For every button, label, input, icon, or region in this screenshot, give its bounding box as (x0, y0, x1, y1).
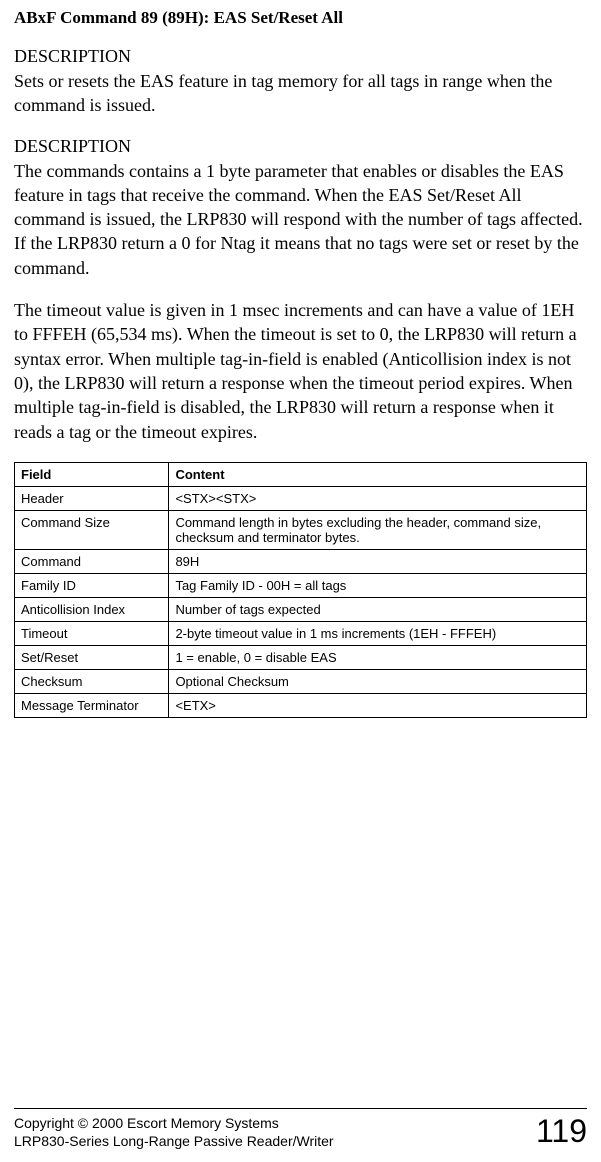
table-row: Command Size Command length in bytes exc… (15, 510, 587, 549)
description-body-2: The commands contains a 1 byte parameter… (14, 159, 587, 280)
table-cell-content: Number of tags expected (169, 597, 587, 621)
table-row: Set/Reset 1 = enable, 0 = disable EAS (15, 645, 587, 669)
table-header-content: Content (169, 462, 587, 486)
table-cell-content: Tag Family ID - 00H = all tags (169, 573, 587, 597)
table-row: Message Terminator <ETX> (15, 693, 587, 717)
table-cell-field: Message Terminator (15, 693, 169, 717)
table-cell-content: Optional Checksum (169, 669, 587, 693)
table-cell-field: Command (15, 549, 169, 573)
footer-copyright: Copyright © 2000 Escort Memory Systems (14, 1114, 334, 1132)
table-cell-field: Timeout (15, 621, 169, 645)
table-cell-content: 1 = enable, 0 = disable EAS (169, 645, 587, 669)
footer-product: LRP830-Series Long-Range Passive Reader/… (14, 1132, 334, 1150)
field-content-table: Field Content Header <STX><STX> Command … (14, 462, 587, 718)
table-cell-content: <ETX> (169, 693, 587, 717)
table-cell-field: Checksum (15, 669, 169, 693)
table-row: Anticollision Index Number of tags expec… (15, 597, 587, 621)
table-row: Checksum Optional Checksum (15, 669, 587, 693)
description-heading-1: DESCRIPTION (14, 46, 587, 67)
table-row: Timeout 2-byte timeout value in 1 ms inc… (15, 621, 587, 645)
table-cell-field: Command Size (15, 510, 169, 549)
table-cell-field: Set/Reset (15, 645, 169, 669)
description-heading-2: DESCRIPTION (14, 136, 587, 157)
table-cell-field: Header (15, 486, 169, 510)
table-cell-content: 2-byte timeout value in 1 ms increments … (169, 621, 587, 645)
table-cell-content: 89H (169, 549, 587, 573)
footer-rule (14, 1108, 587, 1109)
table-header-field: Field (15, 462, 169, 486)
table-cell-field: Anticollision Index (15, 597, 169, 621)
description-body-3: The timeout value is given in 1 msec inc… (14, 298, 587, 444)
table-row: Header <STX><STX> (15, 486, 587, 510)
description-body-1: Sets or resets the EAS feature in tag me… (14, 69, 587, 118)
table-row: Command 89H (15, 549, 587, 573)
page-number: 119 (536, 1113, 587, 1150)
table-cell-field: Family ID (15, 573, 169, 597)
table-cell-content: Command length in bytes excluding the he… (169, 510, 587, 549)
page-title: ABxF Command 89 (89H): EAS Set/Reset All (14, 8, 587, 28)
table-header-row: Field Content (15, 462, 587, 486)
page-footer: Copyright © 2000 Escort Memory Systems L… (14, 1108, 587, 1150)
table-row: Family ID Tag Family ID - 00H = all tags (15, 573, 587, 597)
table-cell-content: <STX><STX> (169, 486, 587, 510)
